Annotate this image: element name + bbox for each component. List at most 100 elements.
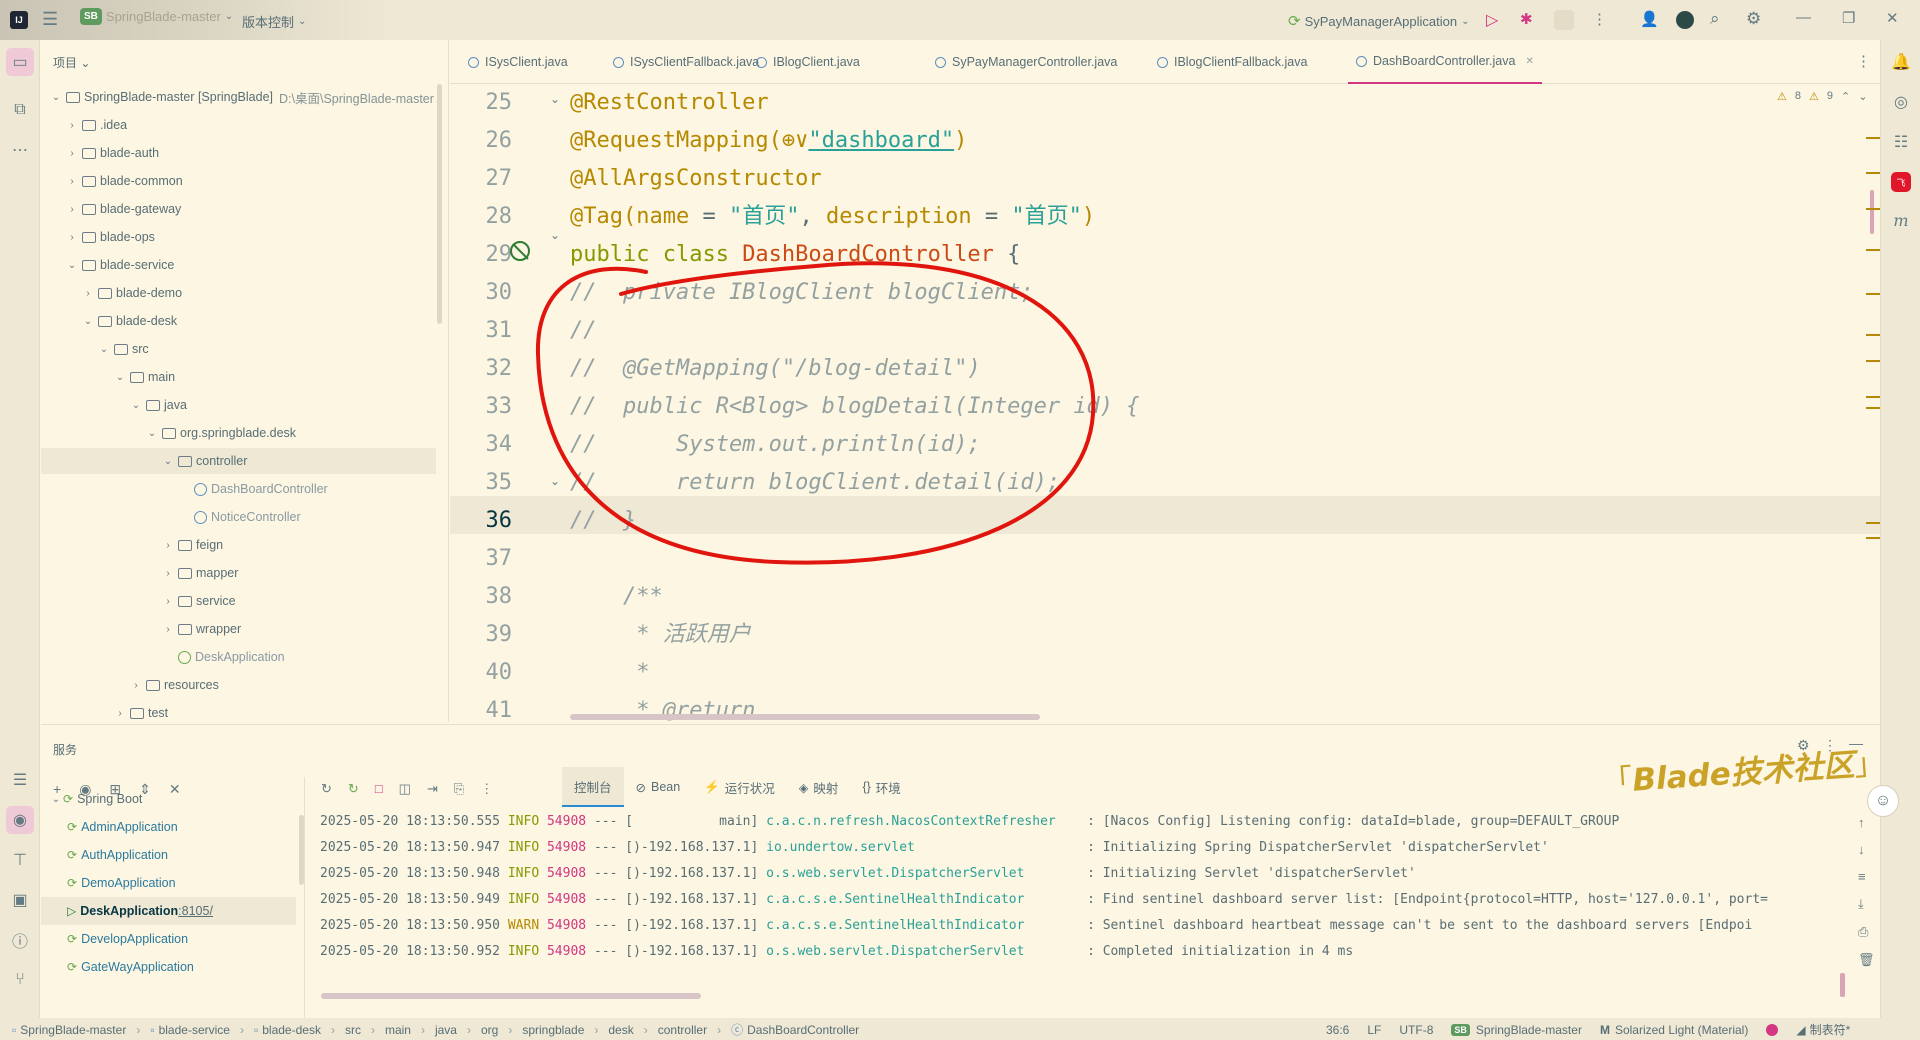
tree-item[interactable]: DashBoardController [41, 476, 436, 502]
close-icon[interactable]: ✕ [1525, 56, 1533, 67]
breadcrumb-item[interactable]: ▫ blade-service › [150, 1021, 244, 1038]
tree-item[interactable]: ⌄ controller [41, 448, 436, 474]
minimize-icon[interactable]: — [1796, 9, 1811, 26]
caret-position[interactable]: 36:6 [1326, 1023, 1349, 1037]
trash-icon[interactable]: 🗑 [1858, 952, 1875, 968]
editor-tab[interactable]: SyPayManagerController.java [927, 40, 1125, 84]
console-tab[interactable]: ⊘ Bean [624, 767, 693, 807]
tree-item[interactable]: ⌄ src [41, 336, 436, 362]
breadcrumb-item[interactable]: org › [481, 1021, 512, 1038]
tree-item[interactable]: NoticeController [41, 504, 436, 530]
more-actions-icon[interactable]: ⋮ [1592, 10, 1607, 28]
ai-assistant-icon[interactable] [1676, 11, 1694, 29]
print-icon[interactable]: ⎙ [1858, 924, 1875, 940]
service-item[interactable]: ⟳ DevelopApplication [41, 925, 296, 953]
soft-wrap-icon[interactable]: ≡ [1858, 869, 1875, 884]
tree-item[interactable]: › blade-gateway [41, 196, 436, 222]
chevron-right-icon[interactable]: › [161, 624, 175, 635]
close-icon[interactable]: ✕ [1886, 9, 1899, 27]
service-item[interactable]: ▷ DeskApplication:8105/ [41, 897, 296, 925]
folder-icon[interactable]: ▭ [6, 48, 34, 76]
database-icon[interactable]: ☰ [6, 766, 34, 794]
tree-item[interactable]: ⌄ SpringBlade-master [SpringBlade] D:\桌面\S… [41, 84, 436, 110]
service-item[interactable]: ⟳ AdminApplication [41, 813, 296, 841]
main-menu-icon[interactable]: ☰ [42, 9, 58, 30]
line-separator[interactable]: LF [1367, 1023, 1381, 1037]
editor-h-scrollbar[interactable] [570, 714, 1040, 720]
rerun-icon[interactable]: ↻ [321, 781, 332, 797]
problems-icon[interactable]: ⓘ [6, 926, 34, 954]
chevron-down-icon[interactable]: ⌄ [49, 92, 63, 103]
chevron-right-icon[interactable]: › [65, 120, 79, 131]
tree-item[interactable]: ⌄ java [41, 392, 436, 418]
console-tab[interactable]: 控制台 [562, 767, 624, 807]
dump-icon[interactable]: ⎘ [454, 781, 464, 797]
build-icon[interactable]: ⊤ [6, 846, 34, 874]
feishu-icon[interactable]: 飞 [1891, 172, 1911, 192]
chevron-down-icon[interactable]: ⌄ [145, 428, 159, 439]
tree-item[interactable]: › test [41, 700, 436, 726]
console-h-scrollbar[interactable] [321, 993, 701, 999]
avatar[interactable]: ☺ [1867, 785, 1899, 817]
arrow-up-icon[interactable]: ↑ [1858, 815, 1875, 830]
more-tools-icon[interactable]: ⋯ [6, 136, 34, 164]
chevron-right-icon[interactable]: › [129, 680, 143, 691]
tree-item[interactable]: ⌄ org.springblade.desk [41, 420, 436, 446]
arrow-down-icon[interactable]: ↓ [1858, 842, 1875, 857]
tree-item[interactable]: ⌄ main [41, 364, 436, 390]
service-port-link[interactable]: :8105/ [178, 904, 213, 918]
tree-item[interactable]: › blade-demo [41, 280, 436, 306]
status-dot-icon[interactable] [1766, 1023, 1779, 1036]
chevron-right-icon[interactable]: › [81, 288, 95, 299]
add-user-icon[interactable]: 👤 [1640, 10, 1659, 28]
tree-item[interactable]: › blade-common [41, 168, 436, 194]
notifications-icon[interactable]: 🔔 [1887, 48, 1915, 76]
breadcrumb-item[interactable]: ⓒ DashBoardController [731, 1021, 859, 1038]
console-tab[interactable]: ◈ 映射 [787, 767, 851, 807]
chevron-down-icon[interactable]: ⌄ [113, 372, 127, 383]
service-item[interactable]: ⟳ DemoApplication [41, 869, 296, 897]
tab-options-icon[interactable]: ⋮ [1856, 52, 1871, 70]
tree-item[interactable]: › resources [41, 672, 436, 698]
project-scrollbar[interactable] [437, 84, 442, 324]
project-indicator[interactable]: SB SpringBlade-master [1451, 1023, 1582, 1037]
tree-item[interactable]: ⌄ blade-service [41, 252, 436, 278]
project-switcher[interactable]: SB SpringBlade-master ⌄ [80, 8, 233, 25]
git-icon[interactable]: ⑂ [6, 966, 34, 994]
breadcrumb-item[interactable]: controller › [658, 1021, 721, 1038]
chevron-right-icon[interactable]: › [161, 540, 175, 551]
fold-icon[interactable]: ⌄ [550, 92, 560, 106]
tree-item[interactable]: ⌄ blade-desk [41, 308, 436, 334]
run-config-selector[interactable]: ⟳ SyPayManagerApplication ⌄ [1288, 12, 1469, 30]
maven-icon[interactable]: m [1887, 206, 1915, 234]
chevron-right-icon[interactable]: › [161, 568, 175, 579]
services-scrollbar[interactable] [299, 815, 304, 885]
chevron-down-icon[interactable]: ⌄ [81, 316, 95, 327]
theme-indicator[interactable]: M Solarized Light (Material) [1600, 1023, 1748, 1037]
tree-item[interactable]: › .idea [41, 112, 436, 138]
tree-item[interactable]: › feign [41, 532, 436, 558]
tree-item[interactable]: DeskApplication [41, 644, 436, 670]
console-v-scrollbar[interactable] [1840, 973, 1845, 997]
code-editor[interactable]: 25 26 27 28 29 30 31 32 33 34 35 36 37 38 39 40 41 ⌄ ⌄ ⌄… [450, 84, 1880, 724]
chevron-down-icon[interactable]: ⌄ [65, 260, 79, 271]
breadcrumb-item[interactable]: ▫ SpringBlade-master › [12, 1021, 140, 1038]
maximize-icon[interactable]: ❐ [1842, 9, 1855, 27]
camera-icon[interactable]: ◫ [399, 781, 411, 797]
inspection-widget[interactable]: ⚠ 8 ⚠ 9 ⌃ ⌄ [1777, 90, 1867, 103]
console-tab[interactable]: ⚡ 运行状况 [692, 767, 787, 807]
tree-item[interactable]: › mapper [41, 560, 436, 586]
chevron-down-icon[interactable]: ⌄ [49, 794, 63, 805]
rerun-debug-icon[interactable]: ↻ [348, 781, 359, 797]
more-options-icon[interactable]: ⋮ [480, 781, 493, 797]
breadcrumb-item[interactable]: springblade › [522, 1021, 598, 1038]
chevron-right-icon[interactable]: › [65, 232, 79, 243]
gear-icon[interactable]: ⚙ [1746, 9, 1761, 29]
indent-mode[interactable]: ◢ 制表符* [1796, 1021, 1850, 1038]
editor-tab[interactable]: ISysClient.java [460, 40, 576, 84]
chevron-right-icon[interactable]: › [65, 148, 79, 159]
chevron-right-icon[interactable]: › [65, 176, 79, 187]
console-output[interactable]: 2025-05-20 18:13:50.555 INFO 54908 --- [… [320, 809, 1840, 965]
breadcrumb-item[interactable]: src › [345, 1021, 375, 1038]
ai-chat-icon[interactable]: ◎ [1887, 88, 1915, 116]
